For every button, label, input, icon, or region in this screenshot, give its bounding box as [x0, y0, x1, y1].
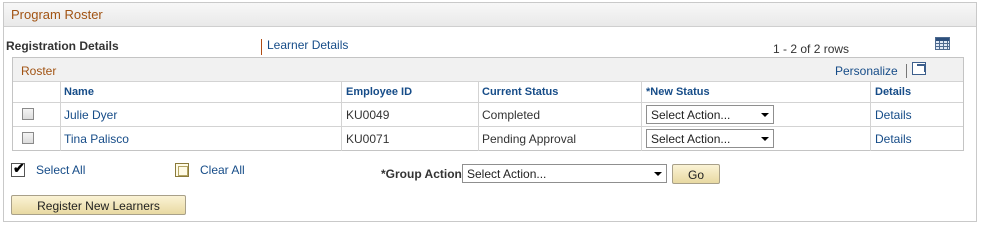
tab-registration-details[interactable]: Registration Details — [6, 39, 119, 53]
select-all-link[interactable]: Select All — [36, 163, 85, 177]
tab-divider — [261, 39, 262, 55]
column-header-current-status[interactable]: Current Status — [482, 86, 558, 98]
dropdown-arrow-icon — [761, 137, 769, 141]
column-headers: Name Employee ID Current Status *New Sta… — [13, 82, 963, 103]
column-header-new-status[interactable]: *New Status — [646, 86, 710, 98]
column-header-details[interactable]: Details — [875, 86, 911, 98]
grid-download-icon[interactable] — [935, 37, 950, 50]
new-status-value: Select Action... — [651, 108, 731, 122]
checkmark-icon: ✔ — [13, 160, 25, 176]
row-count: 1 - 2 of 2 rows — [773, 42, 850, 56]
current-status: Pending Approval — [482, 132, 577, 146]
current-status: Completed — [482, 108, 541, 122]
popout-icon[interactable] — [912, 62, 926, 75]
grid-title: Roster — [21, 64, 57, 78]
details-link[interactable]: Details — [875, 108, 912, 122]
personalize-link[interactable]: Personalize — [835, 64, 898, 78]
group-action-select[interactable]: Select Action... — [462, 164, 667, 183]
column-header-name[interactable]: Name — [64, 86, 94, 98]
group-action-label: *Group Action — [381, 167, 462, 181]
grid-header: Roster Personalize — [13, 58, 963, 82]
roster-grid: Roster Personalize Name Employee ID Curr… — [12, 57, 964, 151]
employee-id: KU0049 — [346, 108, 390, 122]
employee-id: KU0071 — [346, 132, 390, 146]
panel-header: Program Roster — [4, 3, 976, 27]
dropdown-arrow-icon — [654, 172, 662, 176]
column-header-employee-id[interactable]: Employee ID — [346, 86, 412, 98]
clear-all-link[interactable]: Clear All — [200, 163, 245, 177]
go-button[interactable]: Go — [672, 164, 720, 184]
new-status-select[interactable]: Select Action... — [646, 129, 774, 148]
register-new-learners-button[interactable]: Register New Learners — [11, 195, 186, 215]
details-link[interactable]: Details — [875, 132, 912, 146]
learner-name-link[interactable]: Julie Dyer — [64, 108, 117, 122]
select-all-checkbox[interactable]: ✔ — [11, 160, 25, 177]
new-status-select[interactable]: Select Action... — [646, 105, 774, 124]
table-row: Tina Palisco KU0071 Pending Approval Sel… — [13, 127, 963, 151]
dropdown-arrow-icon — [761, 113, 769, 117]
clear-all-checkbox-icon[interactable] — [175, 163, 189, 177]
personalize-divider — [906, 64, 907, 78]
table-row: Julie Dyer KU0049 Completed Select Actio… — [13, 103, 963, 127]
group-action-value: Select Action... — [467, 167, 547, 181]
learner-name-link[interactable]: Tina Palisco — [64, 132, 129, 146]
row-select-checkbox[interactable] — [22, 108, 34, 120]
panel-title: Program Roster — [11, 7, 103, 22]
row-select-checkbox[interactable] — [22, 132, 34, 144]
new-status-value: Select Action... — [651, 132, 731, 146]
tab-learner-details[interactable]: Learner Details — [267, 38, 348, 52]
